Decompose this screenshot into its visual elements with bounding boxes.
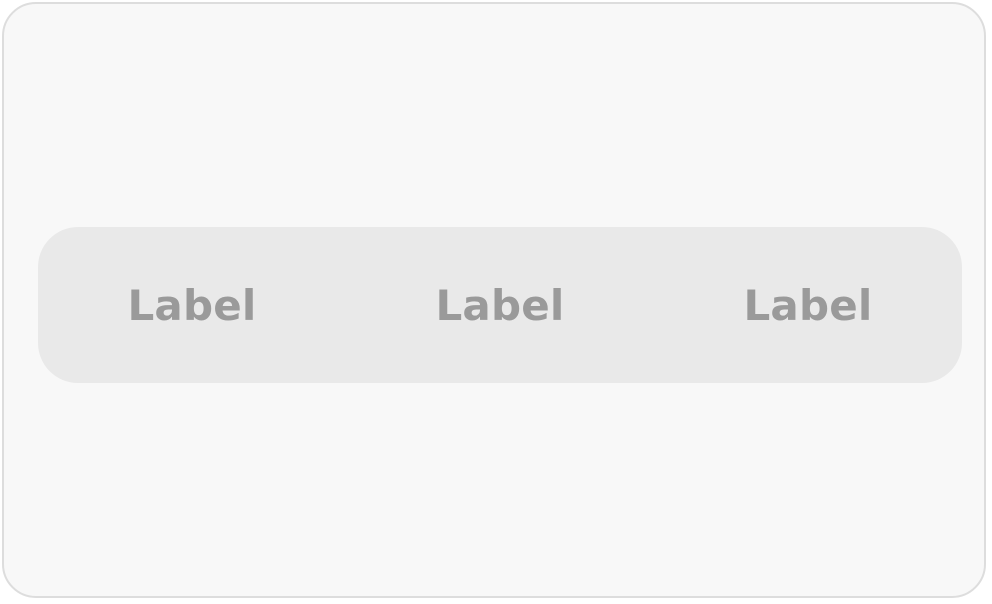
segment-1-label: Label xyxy=(127,280,257,330)
segmented-control: Label Label Label xyxy=(38,227,962,383)
segment-2-label: Label xyxy=(435,280,565,330)
segment-1[interactable]: Label xyxy=(38,227,346,383)
component-frame: Label Label Label xyxy=(2,2,986,598)
segment-3-label: Label xyxy=(743,280,873,330)
segment-3[interactable]: Label xyxy=(654,227,962,383)
segment-2[interactable]: Label xyxy=(346,227,654,383)
